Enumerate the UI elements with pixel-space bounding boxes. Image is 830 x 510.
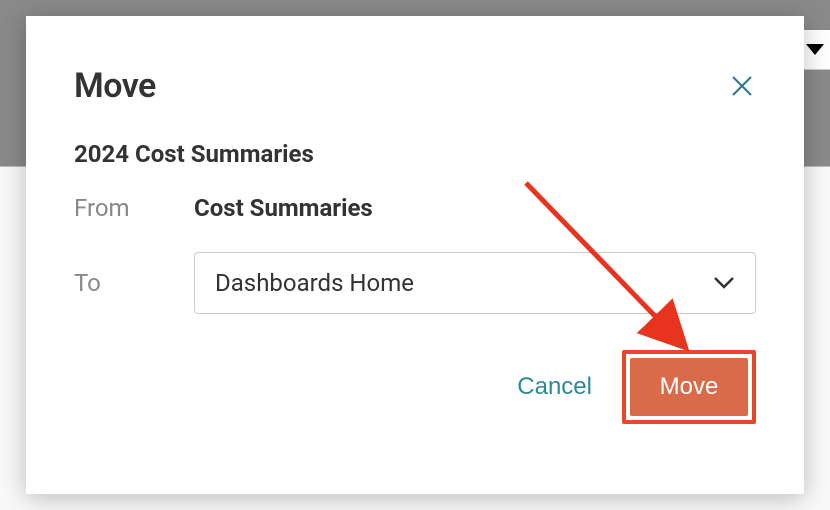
close-button[interactable]: [728, 72, 756, 100]
dialog-title: Move: [74, 66, 156, 106]
to-row: To Dashboards Home: [74, 252, 756, 314]
cancel-button[interactable]: Cancel: [517, 373, 592, 401]
close-icon: [731, 75, 753, 97]
move-button-highlight: Move: [622, 350, 756, 424]
destination-select[interactable]: Dashboards Home: [194, 252, 756, 314]
from-value: Cost Summaries: [194, 194, 373, 222]
dialog-header: Move: [74, 66, 756, 106]
chevron-down-icon: [713, 276, 735, 290]
move-button[interactable]: Move: [630, 358, 748, 416]
background-dropdown-caret: [800, 30, 830, 70]
to-label: To: [74, 269, 194, 297]
move-dialog: Move 2024 Cost Summaries From Cost Summa…: [26, 16, 804, 494]
item-name: 2024 Cost Summaries: [74, 140, 756, 168]
from-row: From Cost Summaries: [74, 194, 756, 222]
dialog-actions: Cancel Move: [74, 350, 756, 424]
from-label: From: [74, 194, 194, 222]
destination-selected-value: Dashboards Home: [215, 269, 414, 297]
